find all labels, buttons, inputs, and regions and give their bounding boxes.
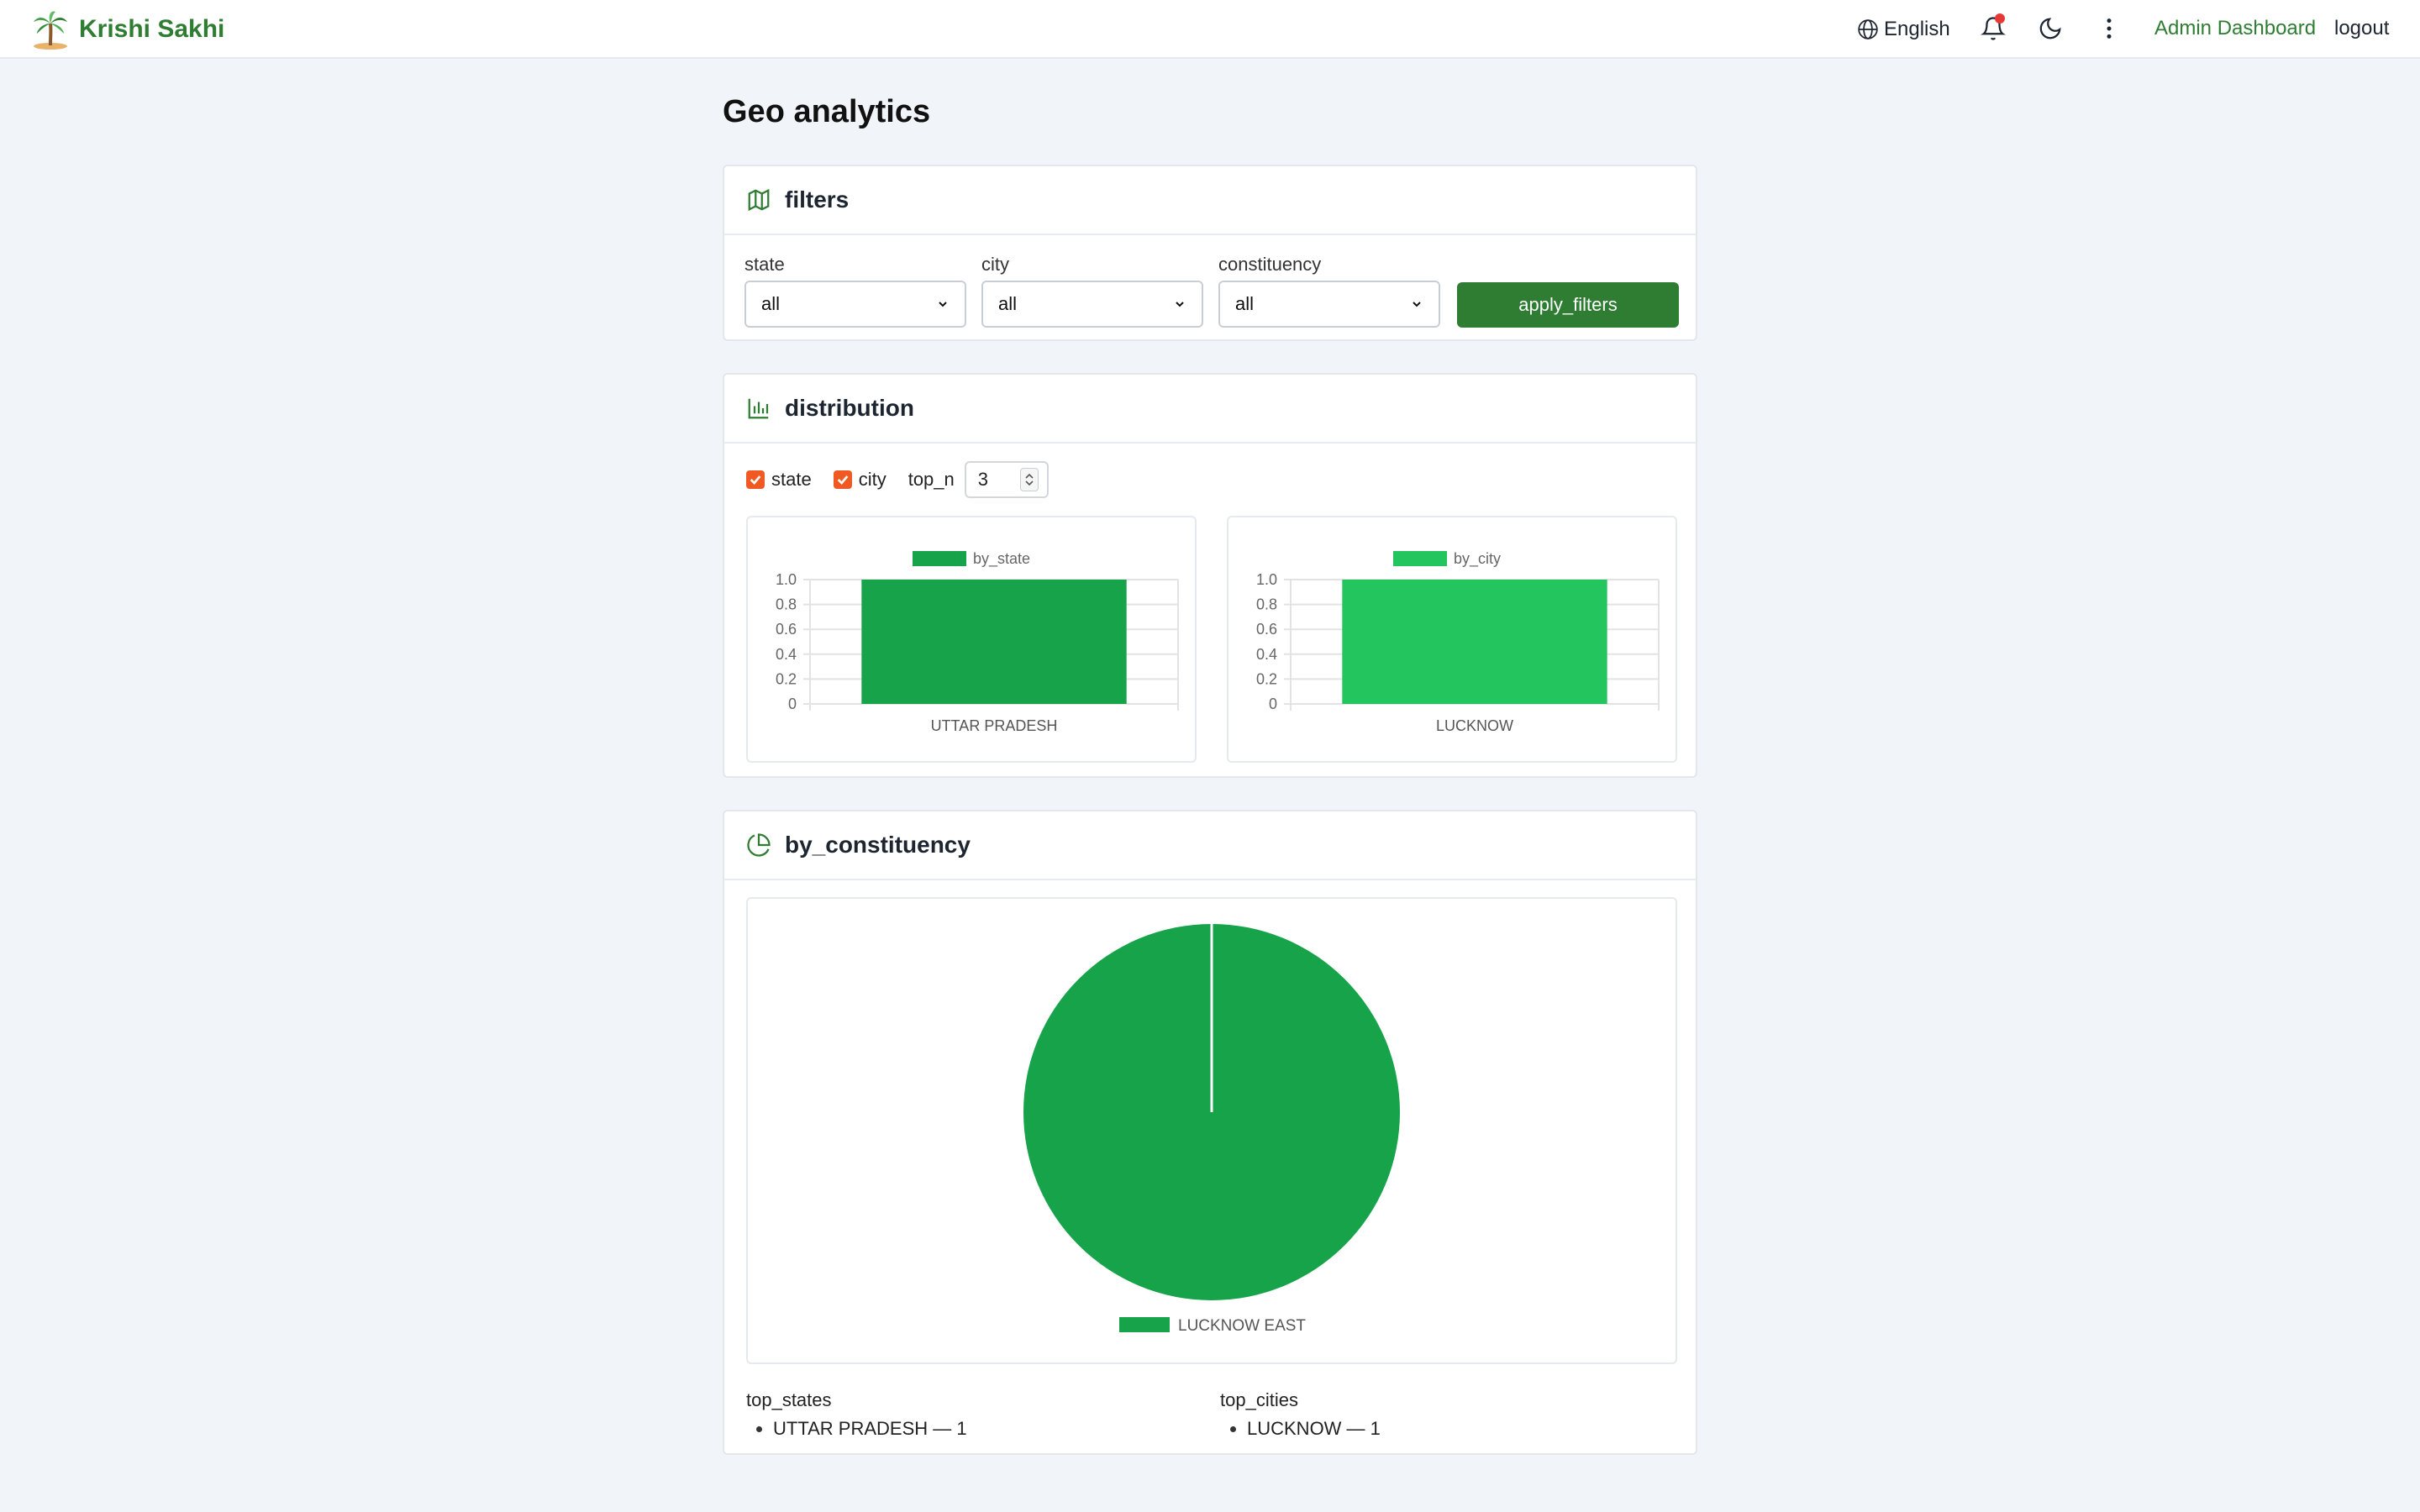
y-tick-label: 0.4 (1256, 646, 1277, 663)
filters-title: filters (785, 186, 850, 213)
state-filter-label: state (744, 254, 785, 275)
city-bar-chart-svg: by_city 0 0.2 0.4 0.6 0.8 1.0 LUCKNOW (1256, 550, 1660, 734)
chevron-down-icon (939, 302, 947, 307)
notifications-button[interactable] (1976, 12, 2010, 45)
filters-card: filters state all city all constituency … (723, 165, 1697, 341)
city-checkbox[interactable] (833, 470, 852, 489)
distribution-options: state city top_n 3 (746, 461, 1049, 498)
legend-label: by_state (973, 550, 1030, 568)
legend-label: by_city (1454, 550, 1501, 568)
pie-chart-icon (747, 833, 771, 857)
page-title: Geo analytics (723, 94, 931, 129)
constituency-filter-label: constituency (1218, 254, 1322, 275)
bar (861, 580, 1127, 704)
app-name: Krishi Sakhi (79, 15, 225, 43)
y-tick-label: 0.4 (776, 646, 797, 663)
constituency-pie-chart: LUCKNOW EAST (746, 897, 1677, 1364)
constituency-select[interactable]: all (1218, 281, 1440, 328)
top-cities-title: top_cities (1220, 1389, 1298, 1410)
top-navbar: Krishi Sakhi English Admin Dashboard log… (0, 0, 2420, 59)
state-filter: state all (744, 254, 966, 328)
constituency-card-header: by_constituency (724, 811, 1696, 880)
city-filter: city all (981, 254, 1203, 328)
y-tick-label: 0 (788, 696, 797, 712)
constituency-title: by_constituency (785, 832, 971, 858)
state-checkbox-option[interactable]: state (746, 469, 812, 491)
legend-swatch (913, 551, 966, 566)
list-item: UTTAR PRADESH — 1 (746, 1418, 967, 1440)
top-n-label: top_n (908, 469, 955, 490)
city-checkbox-label: city (858, 469, 886, 490)
city-select[interactable]: all (981, 281, 1203, 328)
state-checkbox-label: state (771, 469, 812, 490)
x-tick-label: LUCKNOW (1436, 717, 1513, 734)
more-vertical-icon (2107, 18, 2112, 39)
notification-dot (1995, 13, 2005, 24)
list-item: LUCKNOW — 1 (1220, 1418, 1381, 1440)
bar-chart-icon (748, 398, 769, 419)
y-tick-label: 1.0 (776, 571, 797, 588)
constituency-filter: constituency all (1218, 254, 1440, 328)
check-icon (837, 475, 849, 485)
y-tick-label: 0.2 (776, 670, 797, 687)
top-states-list: top_states UTTAR PRADESH — 1 (746, 1389, 967, 1440)
distribution-card-header: distribution (724, 375, 1696, 444)
check-icon (750, 475, 761, 485)
y-tick-label: 0.2 (1256, 670, 1277, 687)
x-tick-label: UTTAR PRADESH (931, 717, 1058, 734)
city-checkbox-option[interactable]: city (833, 469, 886, 491)
legend-label: LUCKNOW EAST (1178, 1317, 1306, 1335)
logout-link[interactable]: logout (2334, 17, 2389, 40)
top-states-title: top_states (746, 1389, 832, 1410)
globe-icon (1858, 19, 1878, 39)
city-select-value: all (998, 293, 1018, 314)
city-bar-chart: by_city 0 0.2 0.4 0.6 0.8 1.0 LUCKNOW (1227, 516, 1677, 763)
brand[interactable]: Krishi Sakhi (30, 8, 224, 50)
language-label: English (1884, 18, 1950, 40)
more-menu-button[interactable] (2092, 12, 2126, 45)
moon-icon (2039, 18, 2061, 39)
state-checkbox[interactable] (746, 470, 765, 489)
y-tick-label: 0.6 (1256, 621, 1277, 638)
constituency-select-value: all (1235, 293, 1255, 314)
number-spinner[interactable] (1019, 468, 1039, 491)
admin-dashboard-link[interactable]: Admin Dashboard (2154, 17, 2316, 40)
constituency-card: by_constituency LUCKNOW EAST top_states … (723, 810, 1697, 1455)
state-bar-chart: by_state 0 0.2 0.4 0.6 0.8 1.0 UTTAR PRADESH (746, 516, 1197, 763)
distribution-card: distribution state city top_n 3 by_state… (723, 373, 1697, 778)
language-selector[interactable]: English (1857, 0, 1950, 59)
bar (1342, 580, 1607, 704)
chevron-down-icon (1413, 302, 1421, 307)
palm-tree-logo-icon (34, 11, 67, 50)
legend-swatch (1119, 1317, 1170, 1332)
theme-toggle-button[interactable] (2033, 12, 2067, 45)
y-tick-label: 0.6 (776, 621, 797, 638)
filters-card-header: filters (724, 166, 1696, 235)
apply-filters-button[interactable]: apply_filters (1457, 282, 1679, 328)
top-n-input[interactable]: 3 (964, 461, 1049, 498)
state-select-value: all (761, 293, 781, 314)
state-select[interactable]: all (744, 281, 966, 328)
y-tick-label: 0.8 (1256, 596, 1277, 613)
y-tick-label: 0 (1269, 696, 1277, 712)
y-tick-label: 0.8 (776, 596, 797, 613)
city-filter-label: city (981, 254, 1009, 275)
chevron-down-icon (1176, 302, 1184, 307)
constituency-pie-chart-svg: LUCKNOW EAST (1023, 924, 1400, 1335)
legend-swatch (1393, 551, 1447, 566)
state-bar-chart-svg: by_state 0 0.2 0.4 0.6 0.8 1.0 UTTAR PRADESH (776, 550, 1179, 734)
top-cities-list: top_cities LUCKNOW — 1 (1220, 1389, 1381, 1440)
map-icon (748, 188, 770, 212)
top-n-value: 3 (977, 469, 989, 490)
spinner-arrows-icon (1025, 473, 1034, 486)
y-tick-label: 1.0 (1256, 571, 1277, 588)
distribution-title: distribution (785, 395, 914, 421)
